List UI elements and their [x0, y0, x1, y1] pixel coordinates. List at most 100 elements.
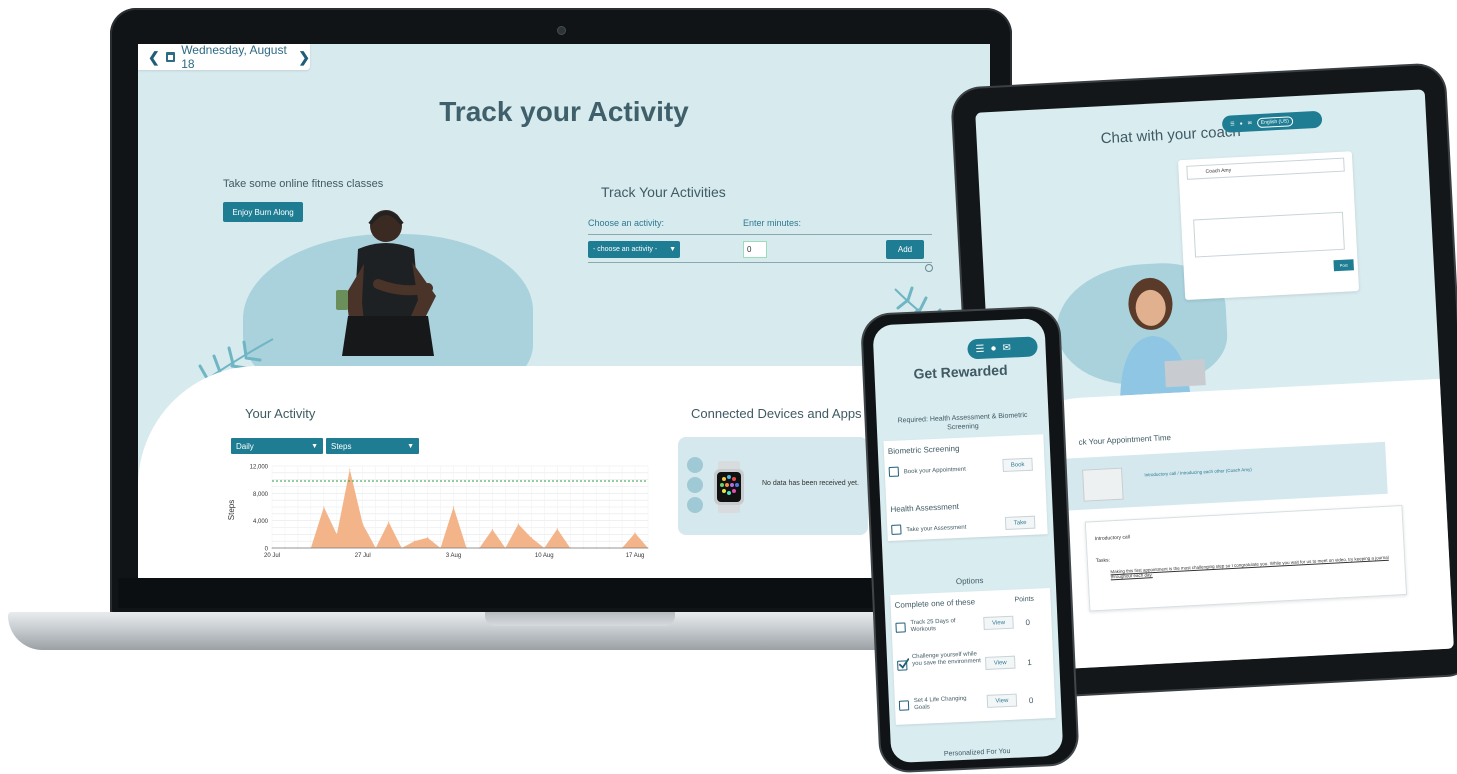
enter-minutes-label: Enter minutes:	[743, 218, 802, 228]
data-point	[426, 537, 429, 539]
tasks-label: Tasks:	[1095, 557, 1111, 565]
add-activity-button[interactable]: Add	[886, 240, 924, 259]
personalized-heading: Personalized For You	[943, 747, 1011, 758]
phone-screen: ☰ ● ✉ Get Rewarded Required: Health Asse…	[872, 318, 1064, 764]
smartwatch-image	[714, 461, 744, 513]
your-activity-heading: Your Activity	[245, 406, 316, 421]
take-checkbox[interactable]	[891, 524, 902, 535]
track-activities-heading: Track Your Activities	[601, 184, 726, 200]
task-link[interactable]: Making this first appointment is the mos…	[1110, 555, 1390, 580]
x-tick-label: 20 Jul	[264, 553, 280, 559]
chevron-down-icon: ▼	[669, 246, 676, 253]
view-button[interactable]: View	[983, 615, 1014, 630]
y-tick-label: 12,000	[250, 465, 269, 471]
connected-devices-heading: Connected Devices and Apps	[691, 406, 862, 421]
intro-call-title: Introductory call	[1094, 534, 1131, 543]
choose-activity-label: Choose an activity:	[588, 218, 665, 228]
history-clock-icon[interactable]	[925, 264, 933, 272]
next-day-button[interactable]: ❯	[298, 49, 310, 66]
avatar[interactable]: ●	[1239, 120, 1242, 126]
data-point	[491, 528, 494, 531]
data-point	[349, 468, 351, 471]
task-points: 0	[1025, 617, 1031, 628]
book-checkbox[interactable]	[888, 466, 900, 477]
menu-icon[interactable]: ☰	[1230, 121, 1235, 127]
mail-icon[interactable]: ✉	[1002, 342, 1011, 353]
data-point	[556, 528, 558, 530]
no-data-message: No data has been received yet.	[762, 480, 859, 487]
divider	[588, 262, 932, 263]
athlete-photo	[336, 210, 436, 356]
checkmark-icon	[898, 658, 910, 669]
coach-select[interactable]: Coach Amy	[1186, 157, 1345, 180]
rewards-title: Get Rewarded	[913, 361, 1008, 382]
metric-select-value: Steps	[331, 441, 352, 451]
view-button[interactable]: View	[984, 655, 1016, 670]
sync-icon[interactable]	[687, 457, 703, 473]
x-tick-label: 17 Aug	[626, 553, 645, 559]
previous-day-button[interactable]: ❮	[148, 49, 160, 66]
intro-call-card: Introductory call Tasks: Making this fir…	[1084, 504, 1408, 612]
data-point	[517, 523, 519, 525]
menu-icon[interactable]: ☰	[975, 343, 984, 354]
y-tick-label: 0	[265, 547, 269, 553]
laptop-notch	[485, 612, 675, 626]
message-input[interactable]	[1193, 211, 1345, 258]
minutes-input[interactable]	[743, 241, 767, 258]
laptop-camera	[557, 26, 566, 35]
required-text: Required: Health Assessment & Biometric …	[897, 411, 1028, 432]
data-point	[362, 523, 364, 525]
device-icon[interactable]	[687, 477, 703, 493]
book-button[interactable]: Book	[1002, 457, 1033, 473]
enjoy-burn-along-button[interactable]: Enjoy Burn Along	[223, 202, 303, 222]
app-icon[interactable]	[687, 497, 703, 513]
mail-icon[interactable]: ✉	[1247, 120, 1252, 126]
post-button[interactable]: Post	[1333, 259, 1354, 272]
take-button[interactable]: Take	[1004, 515, 1036, 530]
activity-select[interactable]: - choose an activity - ▼	[588, 241, 680, 258]
activity-select-value: - choose an activity -	[593, 246, 658, 253]
data-point	[530, 537, 532, 539]
calendar-icon	[1082, 467, 1124, 502]
date-navigator: ❮ Wednesday, August 18 ❯	[138, 44, 310, 71]
fitness-classes-text: Take some online fitness classes	[223, 178, 384, 190]
tablet-topbar: ☰ ● ✉ English (US)	[1221, 110, 1323, 133]
chevron-down-icon: ▼	[311, 442, 318, 450]
laptop-screen: ❮ Wednesday, August 18 ❯ Track your Acti…	[138, 44, 990, 578]
chat-title: Chat with your coach	[1100, 122, 1242, 148]
language-select[interactable]: English (US)	[1256, 115, 1294, 128]
x-tick-label: 27 Jul	[355, 553, 371, 559]
data-point	[388, 521, 390, 523]
phone-device: ☰ ● ✉ Get Rewarded Required: Health Asse…	[862, 307, 1078, 772]
options-heading: Options	[955, 575, 984, 587]
task-checkbox[interactable]	[898, 700, 910, 711]
task-points: 0	[1028, 695, 1034, 706]
view-button[interactable]: View	[986, 693, 1018, 708]
divider	[588, 234, 932, 235]
current-date: Wednesday, August 18	[181, 44, 287, 71]
avatar[interactable]: ●	[990, 343, 997, 354]
period-select[interactable]: Daily ▼	[231, 438, 323, 454]
data-point	[452, 506, 455, 508]
chat-card: Coach Amy Post	[1177, 151, 1360, 301]
calendar-icon	[165, 52, 176, 62]
task-label: Set 4 Life Changing Goals	[913, 695, 967, 712]
period-select-value: Daily	[236, 441, 254, 451]
data-point	[634, 532, 636, 534]
data-point	[414, 540, 416, 542]
steps-chart: 12,000 8,000 4,000 0 Steps 20 Jul 27 Jul 3 Aug 1…	[227, 465, 649, 559]
task-checkbox-checked[interactable]	[897, 658, 910, 671]
page-title: Track your Activity	[439, 96, 689, 127]
y-tick-label: 4,000	[253, 519, 269, 525]
points-header: Points	[1014, 595, 1035, 604]
task-label: Track 25 Days of Workouts	[910, 618, 956, 634]
y-axis-label: Steps	[227, 500, 236, 520]
metric-select[interactable]: Steps ▼	[326, 438, 419, 454]
phone-topbar: ☰ ● ✉	[967, 336, 1038, 360]
x-tick-label: 10 Aug	[535, 553, 554, 559]
task-checkbox[interactable]	[895, 622, 906, 633]
task-points: 1	[1027, 657, 1032, 668]
laptop-chin	[118, 578, 1004, 608]
y-tick-label: 8,000	[253, 492, 269, 498]
x-tick-label: 3 Aug	[446, 553, 461, 559]
